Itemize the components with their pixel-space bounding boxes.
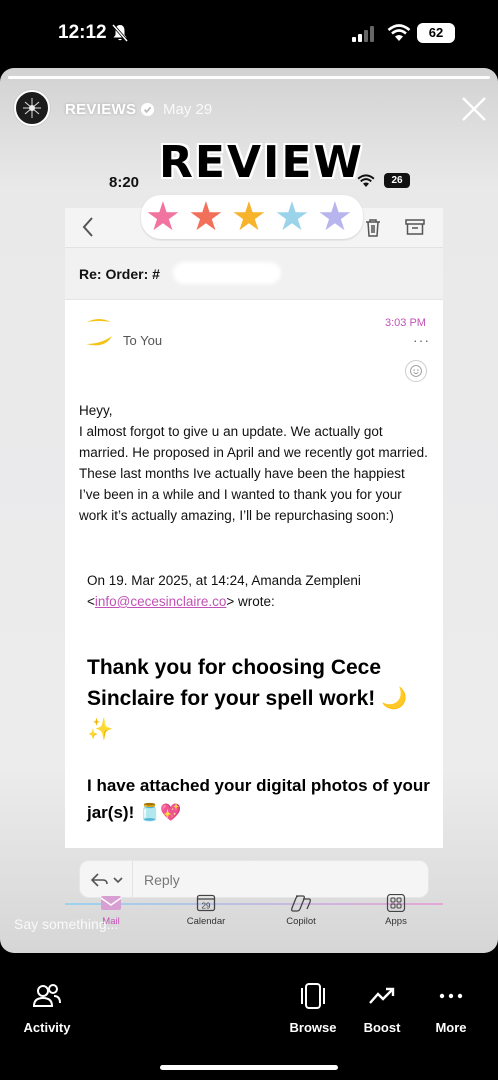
more-options-icon: ··· (413, 332, 430, 348)
email-subject: Re: Order: # (79, 266, 160, 282)
back-chevron-icon (82, 217, 93, 237)
copilot-icon (291, 895, 311, 912)
mail-icon (100, 896, 122, 910)
home-indicator[interactable] (160, 1065, 338, 1070)
message-greeting: Heyy, (79, 403, 113, 418)
story-frame[interactable]: REVIEWS May 29 8:20 26 Re: Order: # To Y… (0, 68, 498, 953)
tab-copilot: Copilot (266, 894, 336, 927)
activity-label: Activity (23, 1020, 71, 1035)
tab-apps-label: Apps (385, 916, 407, 927)
story-progress-fill (8, 76, 490, 79)
story-reply-input[interactable]: Say something... (14, 916, 118, 932)
email-body: To You 3:03 PM ··· Heyy, I almost forgot… (65, 300, 443, 848)
story-progress-bar (8, 76, 490, 79)
account-avatar[interactable] (14, 90, 50, 126)
quote-suffix: > wrote: (226, 594, 275, 609)
inner-wifi-icon (357, 174, 375, 187)
message-text: Heyy, I almost forgot to give u an updat… (79, 400, 429, 526)
verified-badge-icon (141, 103, 154, 116)
signal-icon (352, 26, 374, 42)
trash-icon (366, 219, 380, 237)
calendar-icon: 29 (196, 894, 216, 912)
emoji-reaction-icon (405, 360, 427, 382)
quote-email-link: info@cecesinclaire.co (94, 594, 227, 609)
story-date: May 29 (163, 101, 213, 118)
browse-label: Browse (289, 1020, 337, 1035)
archive-icon (405, 219, 425, 235)
boost-button[interactable]: Boost (342, 981, 422, 1037)
wifi-icon (387, 24, 411, 41)
quoted-headline: Thank you for choosing Cece Sinclaire fo… (87, 656, 408, 741)
reply-arrow-icon (90, 873, 123, 887)
calendar-day: 29 (202, 902, 211, 911)
tab-calendar: 29 Calendar (171, 894, 241, 927)
redaction-mark (173, 262, 281, 284)
inner-status-bar: 8:20 26 (65, 153, 443, 208)
quoted-subheadline: I have attached your digital photos of y… (87, 776, 430, 822)
reply-label: Reply (144, 872, 180, 888)
quoted-header: On 19. Mar 2025, at 14:24, Amanda Zemple… (87, 570, 427, 612)
avatar-sparkle-icon (17, 93, 47, 123)
more-label: More (435, 1020, 467, 1035)
inner-time: 8:20 (109, 174, 140, 191)
browse-button[interactable]: Browse (273, 981, 353, 1037)
bell-muted-icon (112, 24, 128, 42)
inner-battery-icon: 26 (384, 173, 410, 188)
sender-moon-logo-icon (86, 319, 112, 346)
subject-bar: Re: Order: # (65, 248, 443, 300)
activity-button[interactable]: Activity (7, 981, 87, 1037)
message-paragraph: I almost forgot to give u an update. We … (79, 424, 428, 523)
tab-copilot-label: Copilot (286, 916, 316, 927)
close-icon[interactable] (460, 95, 488, 123)
email-screenshot: 8:20 26 Re: Order: # To You 3:03 PM ··· … (65, 153, 443, 923)
tab-calendar-label: Calendar (186, 916, 226, 927)
email-toolbar (65, 208, 443, 248)
status-bar: 12:12 62 (0, 0, 498, 66)
boost-label: Boost (363, 1020, 401, 1035)
status-time: 12:12 (58, 22, 107, 43)
apps-grid-icon (386, 894, 406, 912)
boost-trend-icon (369, 987, 395, 1004)
bottom-action-bar: Activity Browse Boost More (0, 953, 498, 1080)
battery-icon: 62 (417, 23, 455, 43)
more-button[interactable]: More (411, 981, 491, 1037)
activity-people-icon (32, 984, 61, 1007)
account-name[interactable]: REVIEWS (65, 101, 136, 118)
more-dots-icon (439, 993, 463, 999)
email-time: 3:03 PM (385, 317, 426, 329)
recipient-label: To You (123, 333, 163, 348)
tab-apps: Apps (361, 894, 431, 927)
browse-icon (301, 983, 325, 1009)
